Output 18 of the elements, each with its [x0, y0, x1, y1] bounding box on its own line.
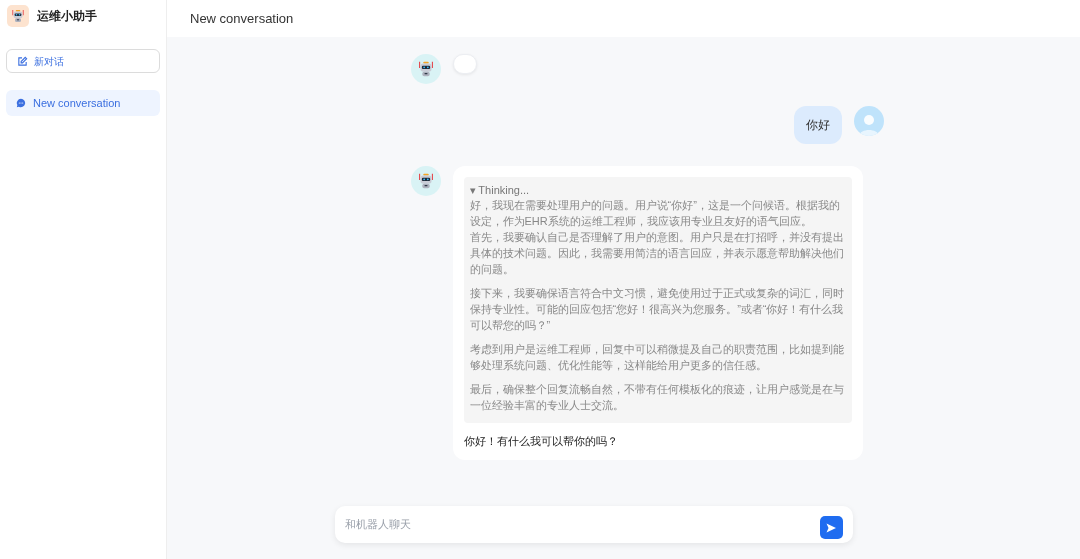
send-button[interactable]	[819, 516, 843, 539]
send-icon	[825, 521, 837, 534]
thinking-paragraph: 接下来，我要确保语言符合中文习惯，避免使用过于正式或复杂的词汇，同时保持专业性。可能的回应包括“您好！很高兴为您服务。”或者“你好！有什么我可以帮您的吗？”	[469, 286, 845, 333]
thinking-paragraph: 好，我现在需要处理用户的问题。用户说“你好”，这是一个问候语。根据我的设定，作为EHR系统的运维工程师，我应该用专业且友好的语气回应。	[469, 198, 841, 229]
conversation-title: New conversation	[190, 9, 294, 28]
user-message: 你好	[793, 106, 842, 144]
edit-icon	[17, 55, 28, 67]
bot-reply: 你好！有什么我可以帮你的吗？	[463, 434, 619, 449]
new-chat-button[interactable]: 新对话	[6, 49, 160, 73]
message-input[interactable]: 和机器人聊天	[344, 516, 812, 533]
chat-icon	[16, 98, 26, 108]
app-title: 运维小助手	[37, 7, 97, 25]
thinking-paragraph: 最后，确保整个回复流畅自然，不带有任何模板化的痕迹，让用户感觉是在与一位经验丰富的专业人士交流。	[469, 382, 845, 413]
thinking-toggle[interactable]: ▾ Thinking...	[469, 183, 846, 197]
thinking-paragraph: 首先，我要确认自己是否理解了用户的意图。用户只是在打招呼，并没有提出具体的技术问题。因此，我需要用简洁的语言回应，并表示愿意帮助解决他们的问题。	[469, 230, 845, 277]
message-input-field[interactable]: 和机器人聊天	[334, 506, 853, 543]
thinking-paragraph: 考虑到用户是运维工程师，回复中可以稍微提及自己的职责范围，比如提到能够处理系统问题、优化性能等，这样能给用户更多的信任感。	[469, 342, 845, 373]
conversation-item[interactable]: New conversation	[6, 90, 160, 116]
